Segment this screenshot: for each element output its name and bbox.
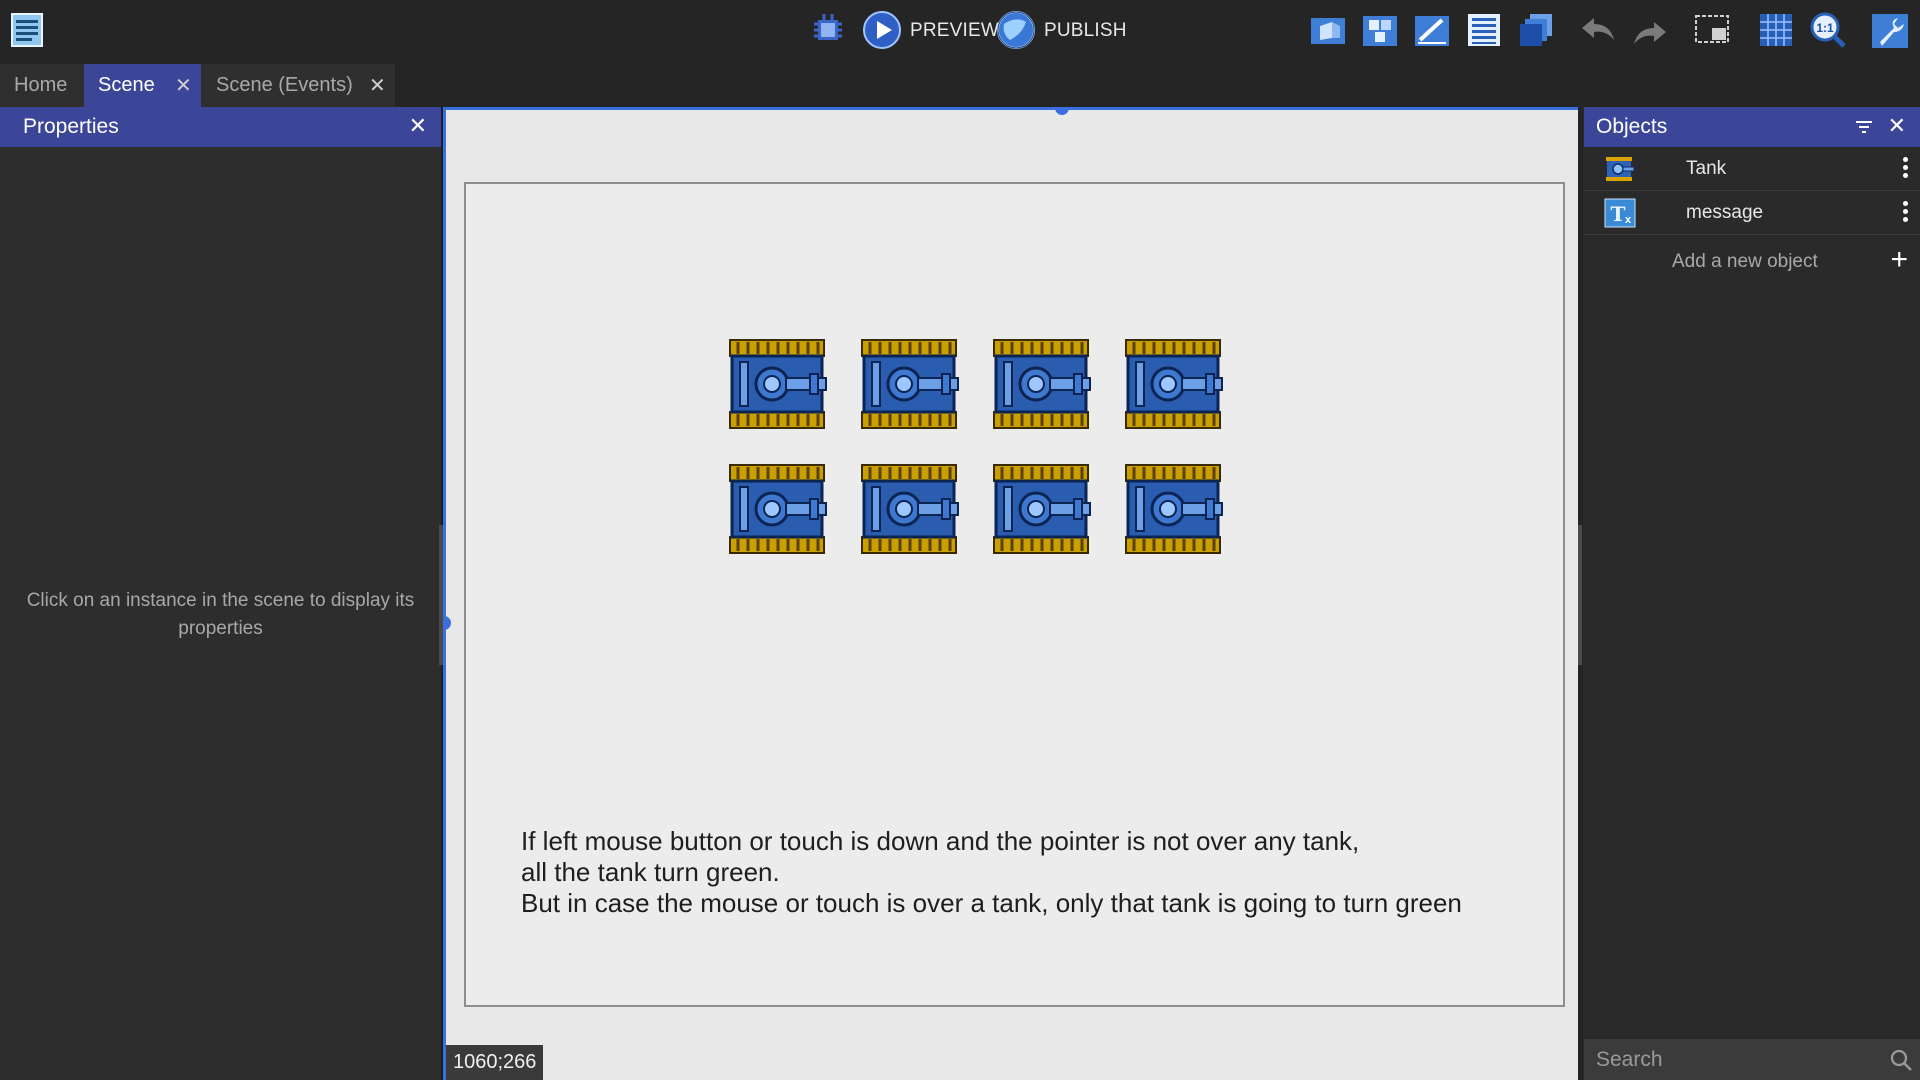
close-icon[interactable]: ✕	[175, 73, 192, 98]
tab-home-label: Home	[14, 74, 68, 96]
message-line: If left mouse button or touch is down an…	[521, 826, 1360, 856]
text-object-icon: Tx	[1604, 197, 1636, 229]
scene-editor-canvas[interactable]: If left mouse button or touch is down an…	[443, 107, 1578, 1080]
message-text-instance[interactable]: If left mouse button or touch is down an…	[521, 826, 1462, 919]
canvas-resize-handle-left[interactable]	[446, 616, 451, 630]
svg-text:T: T	[1611, 202, 1626, 226]
properties-panel-title: Properties	[23, 115, 119, 138]
tank-instance[interactable]	[1124, 338, 1224, 430]
search-icon[interactable]	[1888, 1047, 1914, 1073]
redo-icon[interactable]	[1630, 10, 1670, 50]
plus-icon: +	[1890, 243, 1908, 276]
add-new-object-button[interactable]: Add a new object +	[1584, 239, 1920, 283]
editor-tab-bar: Home Scene ✕ Scene (Events) ✕	[0, 64, 1920, 107]
more-vertical-icon[interactable]	[1900, 199, 1910, 227]
filter-icon[interactable]	[1852, 115, 1876, 139]
object-name: message	[1686, 202, 1764, 223]
objects-search-bar	[1584, 1039, 1920, 1080]
panel-resize-handle[interactable]	[1578, 525, 1582, 665]
extensions-wrench-icon[interactable]	[1870, 10, 1910, 50]
close-icon[interactable]: ✕	[409, 113, 427, 139]
game-window-frame: If left mouse button or touch is down an…	[464, 182, 1565, 1007]
properties-panel: Properties ✕ Click on an instance in the…	[0, 107, 443, 1080]
objects-search-input[interactable]	[1596, 1045, 1866, 1075]
add-new-object-label: Add a new object	[1672, 251, 1818, 272]
object-list-item-tank[interactable]: Tank	[1584, 147, 1920, 191]
project-manager-icon[interactable]	[8, 10, 48, 50]
properties-empty-message: Click on an instance in the scene to dis…	[26, 590, 415, 639]
svg-text:x: x	[1625, 214, 1632, 226]
tank-instance[interactable]	[1124, 463, 1224, 555]
svg-text:1:1: 1:1	[1816, 21, 1834, 35]
object-groups-icon[interactable]	[1360, 10, 1400, 50]
objects-panel-header: Objects ✕	[1584, 107, 1920, 147]
preview-play-icon[interactable]	[862, 10, 902, 50]
canvas-resize-handle-top[interactable]	[1055, 110, 1069, 115]
message-line: But in case the mouse or touch is over a…	[521, 888, 1462, 918]
cursor-coordinates: 1060;266	[446, 1045, 544, 1080]
tank-instance[interactable]	[992, 338, 1092, 430]
tab-scene[interactable]: Scene ✕	[84, 64, 201, 107]
open-objects-panel-icon[interactable]	[1308, 10, 1348, 50]
properties-editor-icon[interactable]	[1412, 10, 1452, 50]
tank-instance[interactable]	[860, 463, 960, 555]
grid-icon[interactable]	[1756, 10, 1796, 50]
tank-instance[interactable]	[992, 463, 1092, 555]
zoom-reset-icon[interactable]: 1:1	[1808, 10, 1848, 50]
tank-thumbnail-icon	[1604, 153, 1636, 185]
object-name: Tank	[1686, 158, 1727, 179]
tab-scene-events-label: Scene (Events)	[216, 74, 353, 96]
tank-instance[interactable]	[728, 338, 828, 430]
publish-globe-icon[interactable]	[996, 10, 1036, 50]
tab-home[interactable]: Home	[0, 64, 84, 107]
objects-panel: Objects ✕ Tank Tx message Add a new obje…	[1578, 107, 1920, 1080]
tab-scene-label: Scene	[98, 74, 155, 96]
objects-panel-title: Objects	[1596, 115, 1668, 138]
close-icon[interactable]: ✕	[1888, 113, 1906, 139]
object-list-item-message[interactable]: Tx message	[1584, 191, 1920, 235]
preview-button[interactable]: PREVIEW	[910, 20, 999, 42]
layers-icon[interactable]	[1516, 10, 1556, 50]
main-toolbar: PREVIEW PUBLISH 1:1	[0, 0, 1920, 64]
tank-instance[interactable]	[728, 463, 828, 555]
close-icon[interactable]: ✕	[369, 73, 386, 98]
publish-button[interactable]: PUBLISH	[1044, 20, 1127, 42]
tank-instance[interactable]	[860, 338, 960, 430]
more-vertical-icon[interactable]	[1900, 155, 1910, 183]
tab-scene-events[interactable]: Scene (Events) ✕	[201, 64, 395, 107]
window-mask-icon[interactable]	[1692, 10, 1732, 50]
message-line: all the tank turn green.	[521, 857, 780, 887]
undo-icon[interactable]	[1578, 10, 1618, 50]
debugger-icon[interactable]	[808, 10, 848, 50]
properties-panel-header: Properties ✕	[0, 107, 441, 147]
instances-list-icon[interactable]	[1464, 10, 1504, 50]
